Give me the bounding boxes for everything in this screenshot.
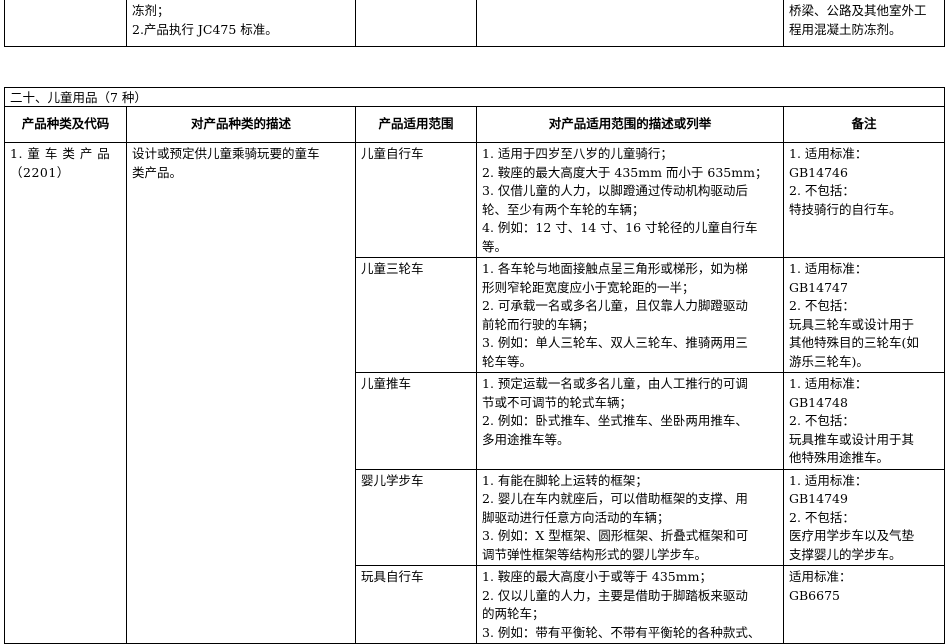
text-line: （2201） [10, 164, 70, 180]
text-line: 1. 各车轮与地面接触点呈三角形或梯形，如为梯 [482, 261, 748, 276]
text-line: GB14746 [789, 164, 848, 180]
text-line: 1. 适用标准： [789, 376, 868, 391]
scope-desc-cell: 1. 鞍座的最大高度小于或等于 435mm； 2. 仅以儿童的人力，主要是借助于… [476, 565, 784, 644]
previous-section-table: 冻剂； 2.产品执行 JC475 标准。 桥梁、公路及其他室外工 程用混凝土防冻… [4, 0, 945, 47]
scope-cell: 玩具自行车 [355, 565, 477, 644]
text-line: 节或不可调节的轮式车辆； [482, 394, 633, 410]
text-line: 1. 预定运载一名或多名儿童，由人工推行的可调 [482, 376, 748, 391]
category-desc-cell: 设计或预定供儿童乘骑玩要的童车 类产品。 [126, 142, 356, 644]
text-line: 1. 适用标准： [789, 472, 868, 488]
text-line: 特技骑行的自行车。 [789, 201, 902, 217]
text-line: 游乐三轮车)。 [789, 353, 869, 369]
remarks-cell: 1. 适用标准： GB14746 2. 不包括： 特技骑行的自行车。 [782, 142, 946, 258]
header-category-desc: 对产品种类的描述 [126, 106, 356, 143]
text-line: GB14747 [789, 279, 848, 295]
header-scope: 产品适用范围 [355, 106, 477, 143]
text-line: 4. 例如：12 寸、14 寸、16 寸轮径的儿童自行车 [482, 220, 758, 235]
children-products-table: 二十、儿童用品（7 种） 产品种类及代码 对产品种类的描述 产品适用范围 对产品… [3, 87, 946, 644]
remarks-cell: 1. 适用标准： GB14749 2. 不包括： 医疗用学步车以及气垫 支撑婴儿… [782, 468, 946, 566]
text-line: 3. 例如：X 型框架、圆形框架、折叠式框架和可 [482, 528, 749, 543]
text-line: 2.产品执行 JC475 标准。 [132, 21, 278, 37]
header-category: 产品种类及代码 [4, 106, 127, 143]
text-line: 轮、至少有两个车轮的车辆； [482, 201, 645, 217]
text-line: 2. 仅以儿童的人力，主要是借助于脚踏板来驱动 [482, 587, 748, 603]
scope-cell: 婴儿学步车 [355, 468, 477, 566]
text-line: 桥梁、公路及其他室外工 [789, 3, 927, 18]
text-line: 的两轮车； [482, 606, 545, 621]
text-line: 其他特殊目的三轮车(如 [789, 335, 919, 350]
section-title-row: 二十、儿童用品（7 种） [3, 87, 946, 107]
prev-remarks-cell: 桥梁、公路及其他室外工 程用混凝土防冻剂。 [783, 0, 945, 47]
header-remarks: 备注 [782, 106, 946, 143]
text-line: 1. 有能在脚轮上运转的框架； [482, 472, 648, 488]
header-row: 产品种类及代码 对产品种类的描述 产品适用范围 对产品适用范围的描述或列举 备注 [4, 106, 946, 143]
text-line: 玩具三轮车或设计用于 [789, 316, 915, 332]
remarks-cell: 1. 适用标准： GB14747 2. 不包括： 玩具三轮车或设计用于 其他特殊… [782, 257, 946, 373]
scope-desc-cell: 1. 各车轮与地面接触点呈三角形或梯形，如为梯 形则窄轮距宽度应小于宽轮距的一半… [476, 257, 784, 373]
text-line: 1. 适用标准： [789, 146, 868, 161]
previous-section-row: 冻剂； 2.产品执行 JC475 标准。 桥梁、公路及其他室外工 程用混凝土防冻… [4, 0, 945, 47]
text-line: 医疗用学步车以及气垫 [789, 528, 915, 543]
text-line: 3. 例如：单人三轮车、双人三轮车、推骑两用三 [482, 335, 748, 350]
scope-cell: 儿童自行车 [355, 142, 477, 258]
text-line: 2. 不包括： [789, 509, 855, 525]
text-line: GB14748 [789, 394, 848, 410]
prev-category-desc-cell: 冻剂； 2.产品执行 JC475 标准。 [126, 0, 356, 47]
text-line: GB6675 [789, 587, 840, 603]
prev-scope-desc-cell [476, 0, 784, 47]
text-line: 1. 适用标准： [789, 261, 868, 276]
text-line: GB14749 [789, 491, 848, 506]
text-line: 冻剂； [132, 3, 170, 18]
scope-desc-cell: 1. 预定运载一名或多名儿童，由人工推行的可调 节或不可调节的轮式车辆； 2. … [476, 372, 784, 470]
text-line: 2. 不包括： [789, 413, 855, 428]
text-line: 适用标准： [789, 569, 852, 584]
text-line: 3. 仅借儿童的人力，以脚蹬通过传动机构驱动后 [482, 183, 748, 198]
scope-desc-cell: 1. 有能在脚轮上运转的框架； 2. 婴儿在车内就座后，可以借助框架的支撑、用 … [476, 468, 784, 566]
text-line: 程用混凝土防冻剂。 [789, 21, 902, 37]
prev-scope-cell [355, 0, 477, 47]
text-line: 设计或预定供儿童乘骑玩要的童车 [132, 146, 320, 161]
text-line: 等。 [482, 238, 508, 254]
text-line: 2. 例如：卧式推车、坐式推车、坐卧两用推车、 [482, 413, 748, 428]
text-line: 1. 鞍座的最大高度小于或等于 435mm； [482, 569, 712, 584]
header-scope-desc: 对产品适用范围的描述或列举 [476, 106, 784, 143]
text-line: 他特殊用途推车。 [789, 450, 890, 465]
text-line: 2. 鞍座的最大高度大于 435mm 而小于 635mm； [482, 164, 768, 180]
text-line: 2. 不包括： [789, 298, 855, 313]
prev-category-cell [4, 0, 127, 47]
scope-cell: 儿童推车 [355, 372, 477, 470]
text-line: 3. 例如：带有平衡轮、不带有平衡轮的各种款式、 [482, 624, 761, 640]
text-line: 多用途推车等。 [482, 431, 570, 447]
text-line: 2. 不包括： [789, 183, 855, 198]
text-line: 轮车等。 [482, 353, 533, 369]
text-line: 1. 童 车 类 产 品 [10, 146, 111, 161]
text-line: 玩具推车或设计用于其 [789, 431, 915, 447]
remarks-cell: 适用标准： GB6675 [782, 565, 946, 644]
text-line: 调节弹性框架等结构形式的婴儿学步车。 [482, 546, 708, 562]
remarks-cell: 1. 适用标准： GB14748 2. 不包括： 玩具推车或设计用于其 他特殊用… [782, 372, 946, 470]
scope-desc-cell: 1. 适用于四岁至八岁的儿童骑行； 2. 鞍座的最大高度大于 435mm 而小于… [476, 142, 784, 258]
text-line: 1. 适用于四岁至八岁的儿童骑行； [482, 146, 673, 161]
text-line: 类产品。 [132, 164, 183, 180]
text-line: 形则窄轮距宽度应小于宽轮距的一半； [482, 279, 695, 295]
text-line: 支撑婴儿的学步车。 [789, 546, 902, 562]
table-row: 1. 童 车 类 产 品 （2201） 设计或预定供儿童乘骑玩要的童车 类产品。… [4, 142, 946, 644]
text-line: 前轮而行驶的车辆； [482, 316, 595, 332]
text-line: 2. 婴儿在车内就座后，可以借助框架的支撑、用 [482, 491, 748, 506]
text-line: 2. 可承载一名或多名儿童，且仅靠人力脚蹬驱动 [482, 298, 748, 313]
category-cell: 1. 童 车 类 产 品 （2201） [4, 142, 127, 644]
scope-cell: 儿童三轮车 [355, 257, 477, 373]
text-line: 脚驱动进行任意方向活动的车辆； [482, 509, 670, 525]
section-title: 二十、儿童用品（7 种） [3, 87, 946, 107]
